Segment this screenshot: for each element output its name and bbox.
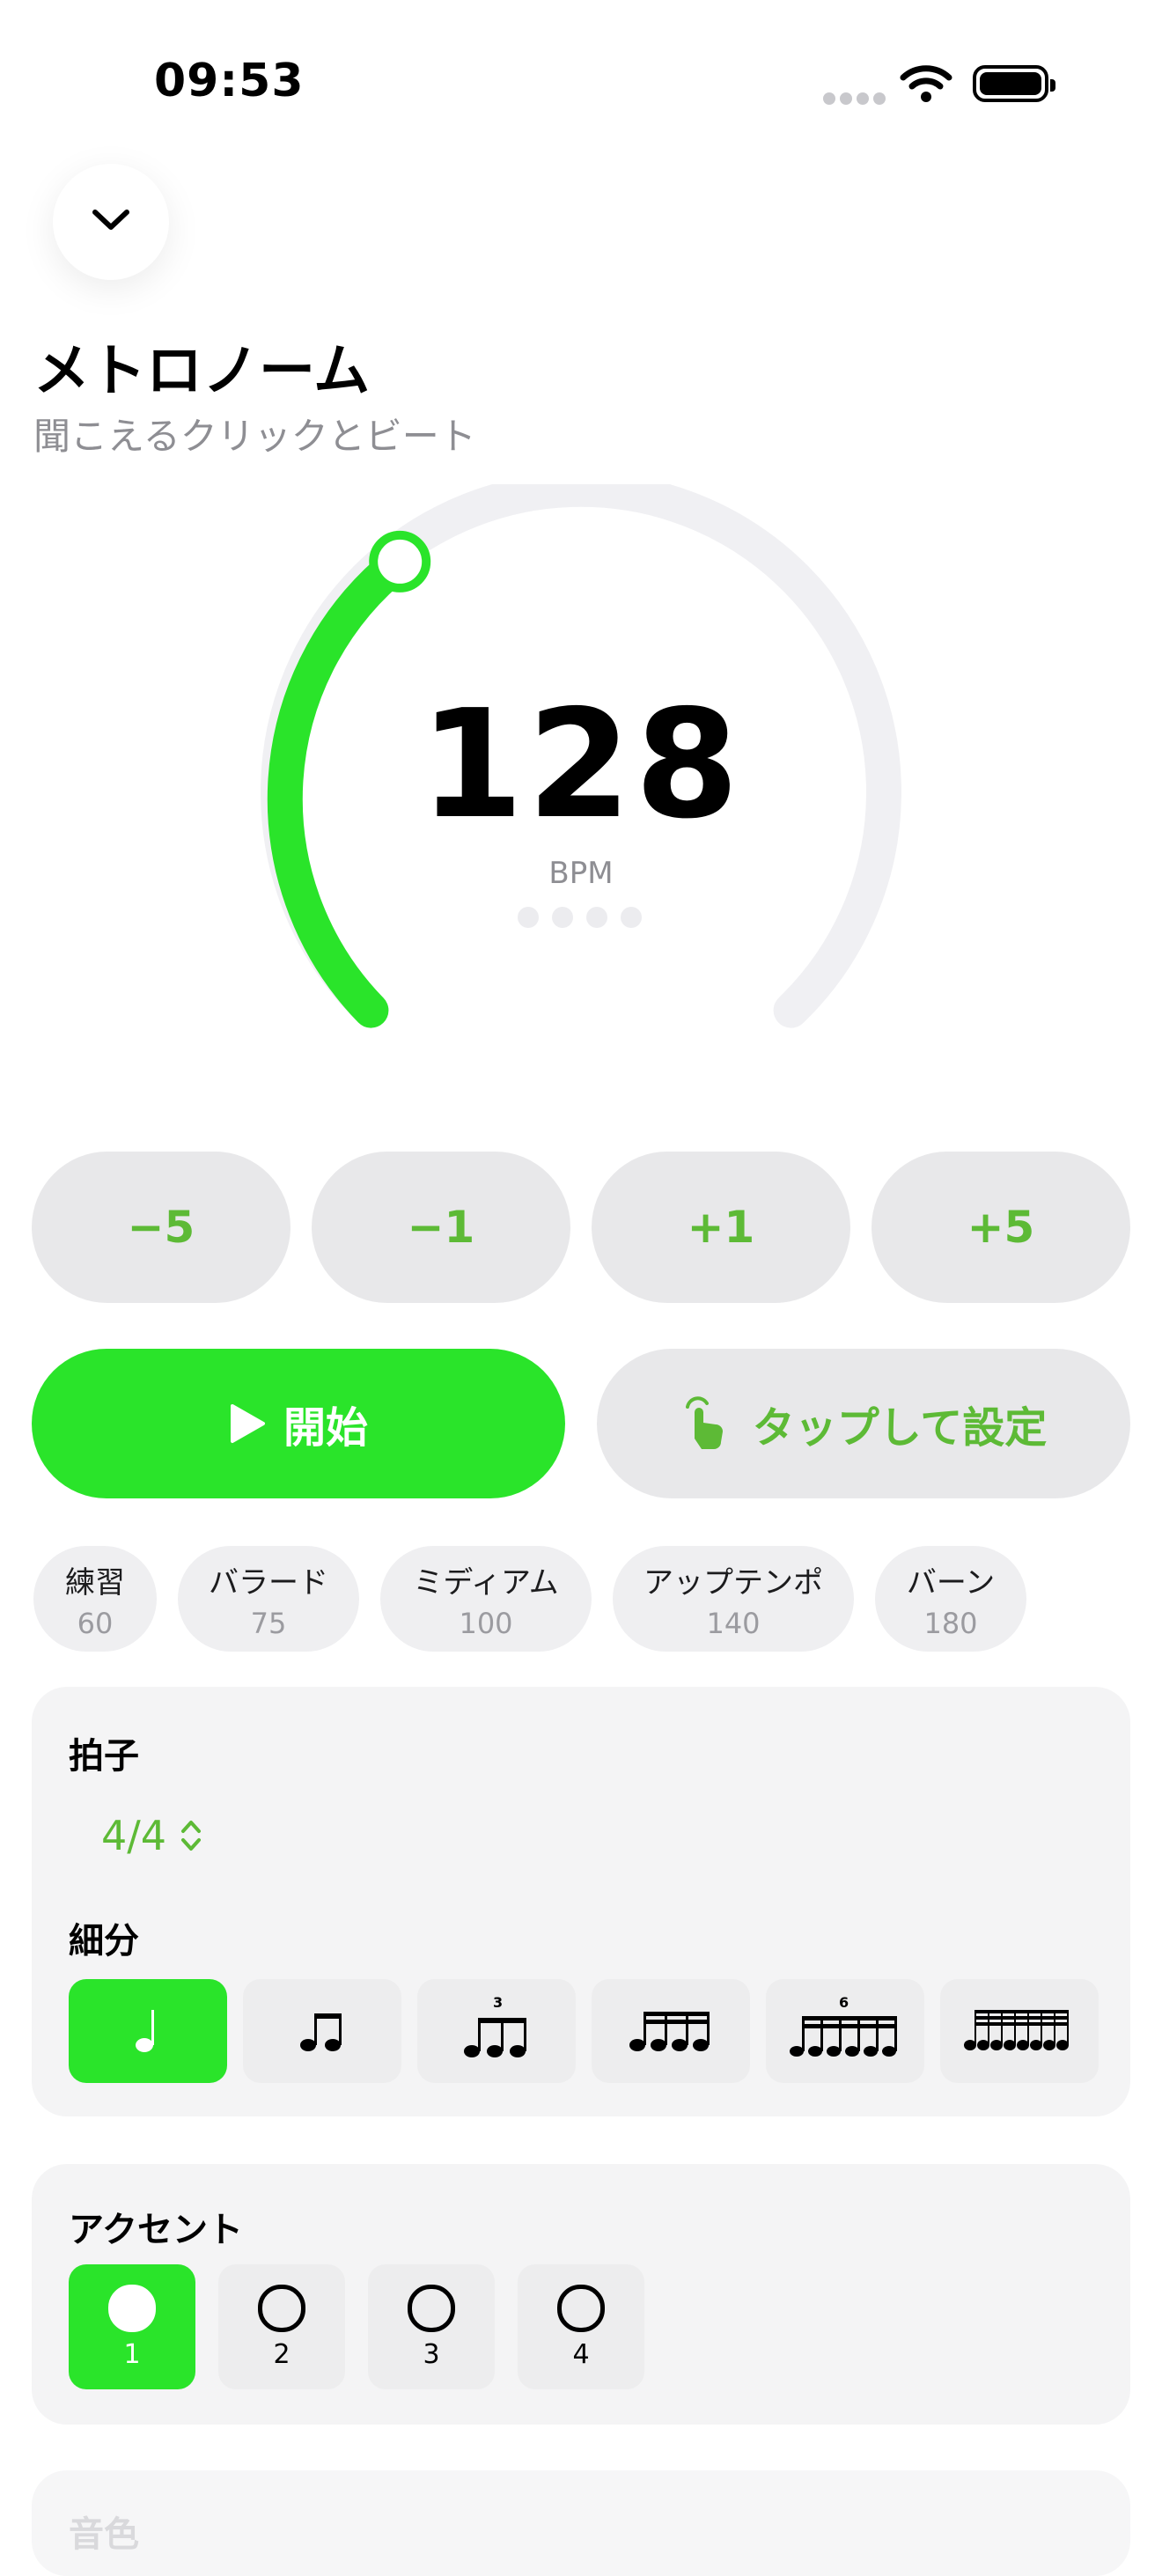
accent-beat-2[interactable]: 2 — [218, 2264, 345, 2389]
battery-icon — [973, 65, 1055, 102]
accent-beat-3[interactable]: 3 — [368, 2264, 495, 2389]
preset-name: ミディアム — [413, 1564, 559, 1601]
subdivision-label: 細分 — [69, 1921, 139, 1961]
time-signature-value: 4/4 — [101, 1812, 167, 1859]
subdivision-sixteenth[interactable] — [592, 1979, 750, 2083]
preset-bpm: 60 — [77, 1606, 114, 1640]
preset-bpm: 140 — [706, 1606, 761, 1640]
accent-label: アクセント — [69, 2210, 243, 2250]
preset-uptempo[interactable]: アップテンポ 140 — [613, 1546, 854, 1652]
preset-burn[interactable]: バーン 180 — [875, 1546, 1026, 1652]
page-subtitle: 聞こえるクリックとビート — [33, 415, 476, 458]
eighth-notes-icon — [296, 2003, 349, 2059]
preset-name: 練習 — [65, 1564, 125, 1601]
bpm-unit-label: BPM — [548, 856, 614, 891]
tap-hand-icon — [680, 1396, 730, 1451]
subdivision-quarter[interactable] — [69, 1979, 227, 2083]
page-title: メトロノーム — [33, 339, 371, 404]
accent-beat-1[interactable]: 1 — [69, 2264, 195, 2389]
subdivision-triplet[interactable]: 3 — [417, 1979, 576, 2083]
minus-1-button[interactable]: −1 — [312, 1152, 570, 1303]
accent-circle-icon — [108, 2284, 156, 2332]
accent-circle-icon — [408, 2284, 455, 2332]
triplet-icon: 3 — [461, 1994, 532, 2065]
minus-5-button[interactable]: −5 — [32, 1152, 290, 1303]
play-icon — [229, 1403, 266, 1444]
collapse-button[interactable] — [53, 164, 169, 280]
accent-circle-icon — [557, 2284, 605, 2332]
start-label: 開始 — [283, 1403, 368, 1453]
accent-circle-icon — [258, 2284, 305, 2332]
sound-card — [32, 2470, 1130, 2576]
thirty-second-notes-icon — [962, 2003, 1077, 2059]
sixteenth-notes-icon — [627, 2003, 715, 2059]
plus-1-button[interactable]: +1 — [592, 1152, 850, 1303]
plus-5-button[interactable]: +5 — [872, 1152, 1130, 1303]
triplet-number: 3 — [493, 1997, 503, 2011]
time-signature-label: 拍子 — [69, 1736, 139, 1777]
preset-name: バーン — [906, 1564, 996, 1601]
bpm-value: 128 — [419, 678, 743, 852]
tap-label: タップして設定 — [752, 1403, 1048, 1453]
preset-name: バラード — [209, 1564, 328, 1601]
accent-beat-number: 2 — [273, 2338, 290, 2370]
accent-beat-number: 1 — [123, 2338, 141, 2370]
preset-bpm: 75 — [250, 1606, 287, 1640]
quarter-note-icon — [130, 2003, 165, 2059]
preset-medium[interactable]: ミディアム 100 — [380, 1546, 592, 1652]
sextuplet-icon: 6 — [788, 1994, 902, 2065]
accent-beat-4[interactable]: 4 — [518, 2264, 644, 2389]
dial-knob — [369, 530, 431, 592]
chevron-down-icon — [91, 208, 131, 236]
preset-name: アップテンポ — [644, 1564, 823, 1601]
wifi-icon — [900, 63, 952, 106]
subdivision-sextuplet[interactable]: 6 — [766, 1979, 924, 2083]
time-signature-picker[interactable]: 4/4 — [101, 1812, 203, 1859]
tap-tempo-button[interactable]: タップして設定 — [597, 1349, 1130, 1498]
subdivision-eighth[interactable] — [243, 1979, 401, 2083]
accent-beat-number: 4 — [572, 2338, 590, 2370]
beat-indicator — [518, 907, 655, 931]
accent-beat-number: 3 — [423, 2338, 440, 2370]
chevron-up-down-icon — [179, 1817, 203, 1854]
sextuplet-number: 6 — [839, 1997, 849, 2011]
preset-bpm: 100 — [459, 1606, 513, 1640]
sound-section-label: 音色 — [69, 2514, 139, 2555]
preset-bpm: 180 — [923, 1606, 978, 1640]
status-time: 09:53 — [154, 55, 305, 107]
start-button[interactable]: 開始 — [32, 1349, 565, 1498]
preset-practice[interactable]: 練習 60 — [33, 1546, 157, 1652]
cellular-signal-icon — [823, 92, 890, 108]
subdivision-thirty-second[interactable] — [940, 1979, 1099, 2083]
preset-ballad[interactable]: バラード 75 — [178, 1546, 359, 1652]
